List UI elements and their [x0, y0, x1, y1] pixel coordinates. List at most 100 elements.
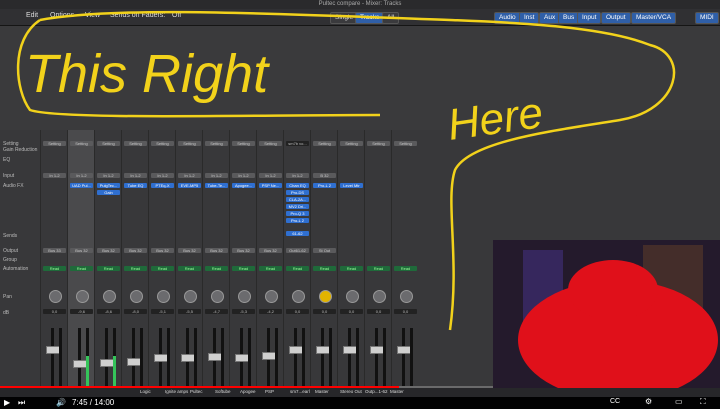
track-name[interactable]: Pultec [190, 389, 203, 394]
audio-fx-slot[interactable]: PulgTec... [97, 183, 120, 188]
automation-mode[interactable]: Read [205, 266, 228, 271]
track-name[interactable]: Master [315, 389, 329, 394]
audio-fx-slot[interactable]: MV2 Dri... [286, 204, 309, 209]
pan-knob[interactable] [400, 290, 413, 303]
captions-icon[interactable]: CC [610, 398, 620, 405]
setting-button[interactable]: Setting [340, 141, 363, 146]
setting-button[interactable]: Setting [70, 141, 93, 146]
automation-mode[interactable]: Read [232, 266, 255, 271]
channel-strip[interactable]: Setting In 1-2 PulgTec... Gain Bus 32 Read -8,… [94, 130, 122, 388]
automation-mode[interactable]: Read [151, 266, 174, 271]
view-single-button[interactable]: Single [330, 12, 359, 24]
filter-master-vca[interactable]: Master/VCA [631, 12, 677, 24]
channel-strip[interactable]: Setting Read 0,0 [364, 130, 392, 388]
sends-on-faders-select[interactable]: Off [172, 12, 181, 19]
automation-mode[interactable]: Read [367, 266, 390, 271]
input-slot[interactable]: In 1-2 [205, 173, 228, 178]
channel-strip[interactable]: Setting In 1-2 Tube EQ Bus 32 Read -8,0 [121, 130, 149, 388]
filter-output[interactable]: Output [601, 12, 631, 24]
filter-audio[interactable]: Audio [494, 12, 521, 24]
track-name[interactable]: Stereo Out [340, 389, 362, 394]
fader-handle[interactable] [46, 346, 60, 354]
edit-menu[interactable]: Edit [26, 12, 38, 19]
output-slot[interactable]: Out61-62 [286, 248, 309, 253]
filter-inst[interactable]: Inst [519, 12, 540, 24]
setting-button[interactable]: Setting [43, 141, 66, 146]
input-slot[interactable]: In 1-2 [151, 173, 174, 178]
setting-button[interactable]: Setting [178, 141, 201, 146]
pan-knob[interactable] [238, 290, 251, 303]
track-name[interactable]: Ignite amps [165, 389, 188, 394]
pan-knob[interactable] [373, 290, 386, 303]
track-name[interactable]: sm7...earl [290, 389, 310, 394]
settings-icon[interactable]: ⚙ [645, 397, 652, 406]
output-slot[interactable]: Bus 32 [232, 248, 255, 253]
next-icon[interactable]: ⏭ [18, 398, 25, 408]
audio-fx-slot[interactable]: CLA-2A... [286, 197, 309, 202]
filter-midi[interactable]: MIDI [695, 12, 719, 24]
audio-fx-slot[interactable]: Pro-Q 3 [286, 211, 309, 216]
view-tracks-button[interactable]: Tracks [355, 12, 385, 24]
track-name[interactable]: Apogee [240, 389, 256, 394]
pan-knob[interactable] [346, 290, 359, 303]
fader-handle[interactable] [343, 346, 357, 354]
channel-strip[interactable]: Setting Read 0,0 [391, 130, 419, 388]
channel-strip[interactable]: Setting In 1-2 EVE-MP5 Bus 32 Read -5,5 [175, 130, 203, 388]
audio-fx-slot[interactable]: Level Mtr [340, 183, 363, 188]
automation-mode[interactable]: Read [394, 266, 417, 271]
fader-handle[interactable] [154, 353, 168, 362]
channel-strip[interactable]: sm7b vo... In 1-2 Chan EQ Pro-DS CLA-2A... MV… [283, 130, 311, 388]
audio-fx-slot[interactable]: Apogee... [232, 183, 255, 188]
input-slot[interactable]: In 1-2 [259, 173, 282, 178]
setting-button[interactable]: Setting [394, 141, 417, 146]
output-slot[interactable]: Bus 32 [259, 248, 282, 253]
input-slot[interactable]: In 1-2 [124, 173, 147, 178]
channel-strip[interactable]: Setting Level Mtr Read 0,0 [337, 130, 365, 388]
pan-knob[interactable] [76, 290, 89, 303]
fader-handle[interactable] [235, 353, 249, 362]
channel-strip[interactable]: Setting B 32 Pro-L 2 St Out Read 0,0 [310, 130, 338, 388]
input-slot[interactable]: In 1-2 [178, 173, 201, 178]
setting-button[interactable]: Setting [205, 141, 228, 146]
audio-fx-slot[interactable]: Pro-L 2 [286, 218, 309, 223]
output-slot[interactable]: St Out [313, 248, 336, 253]
track-name[interactable]: Logic [140, 389, 151, 394]
track-name[interactable]: Softube [215, 389, 231, 394]
output-slot[interactable]: Bus 32 [178, 248, 201, 253]
fader-handle[interactable] [397, 346, 411, 354]
setting-button[interactable]: Setting [124, 141, 147, 146]
automation-mode[interactable]: Read [70, 266, 93, 271]
audio-fx-slot[interactable]: Tube EQ [124, 183, 147, 188]
audio-fx-slot[interactable]: EVE-MP5 [178, 183, 201, 188]
track-name[interactable]: PSP [265, 389, 274, 394]
audio-fx-slot[interactable]: PTEq-X [151, 183, 174, 188]
input-slot[interactable]: In 1-2 [97, 173, 120, 178]
view-menu[interactable]: View [85, 12, 100, 19]
fader-handle[interactable] [289, 346, 303, 354]
setting-button[interactable]: Setting [313, 141, 336, 146]
channel-strip[interactable]: Setting In 1-2 Tube-Te... Bus 32 Read -4,7 [202, 130, 230, 388]
track-name[interactable]: Outp...1-62 [365, 389, 388, 394]
pan-knob[interactable] [49, 290, 62, 303]
audio-fx-slot[interactable]: UAD Pul... [70, 183, 93, 188]
fader-handle[interactable] [127, 358, 141, 366]
channel-strip[interactable]: Setting In 1-2 Bus 33 Read 0,0 [40, 130, 68, 388]
fader-handle[interactable] [181, 354, 195, 363]
input-slot[interactable]: In 1-2 [70, 173, 93, 178]
pan-knob[interactable] [319, 290, 332, 303]
automation-mode[interactable]: Read [313, 266, 336, 271]
channel-strip[interactable]: Setting In 1-2 Apogee... Bus 32 Read -5,3 [229, 130, 257, 388]
output-slot[interactable]: Bus 33 [43, 248, 66, 253]
play-icon[interactable]: ▶ [4, 398, 10, 407]
input-slot[interactable]: In 1-2 [43, 173, 66, 178]
fader-handle[interactable] [370, 346, 384, 354]
setting-button[interactable]: Setting [259, 141, 282, 146]
audio-fx-slot[interactable]: Chan EQ [286, 183, 309, 188]
channel-strip[interactable]: Setting In 1-2 PSP Ne... Bus 32 Read -4,2 [256, 130, 284, 388]
volume-icon[interactable]: 🔊 [56, 398, 66, 407]
automation-mode[interactable]: Read [178, 266, 201, 271]
audio-fx-slot[interactable]: Gain [97, 190, 120, 195]
setting-button[interactable]: Setting [97, 141, 120, 146]
pan-knob[interactable] [130, 290, 143, 303]
input-slot[interactable]: In 1-2 [286, 173, 309, 178]
